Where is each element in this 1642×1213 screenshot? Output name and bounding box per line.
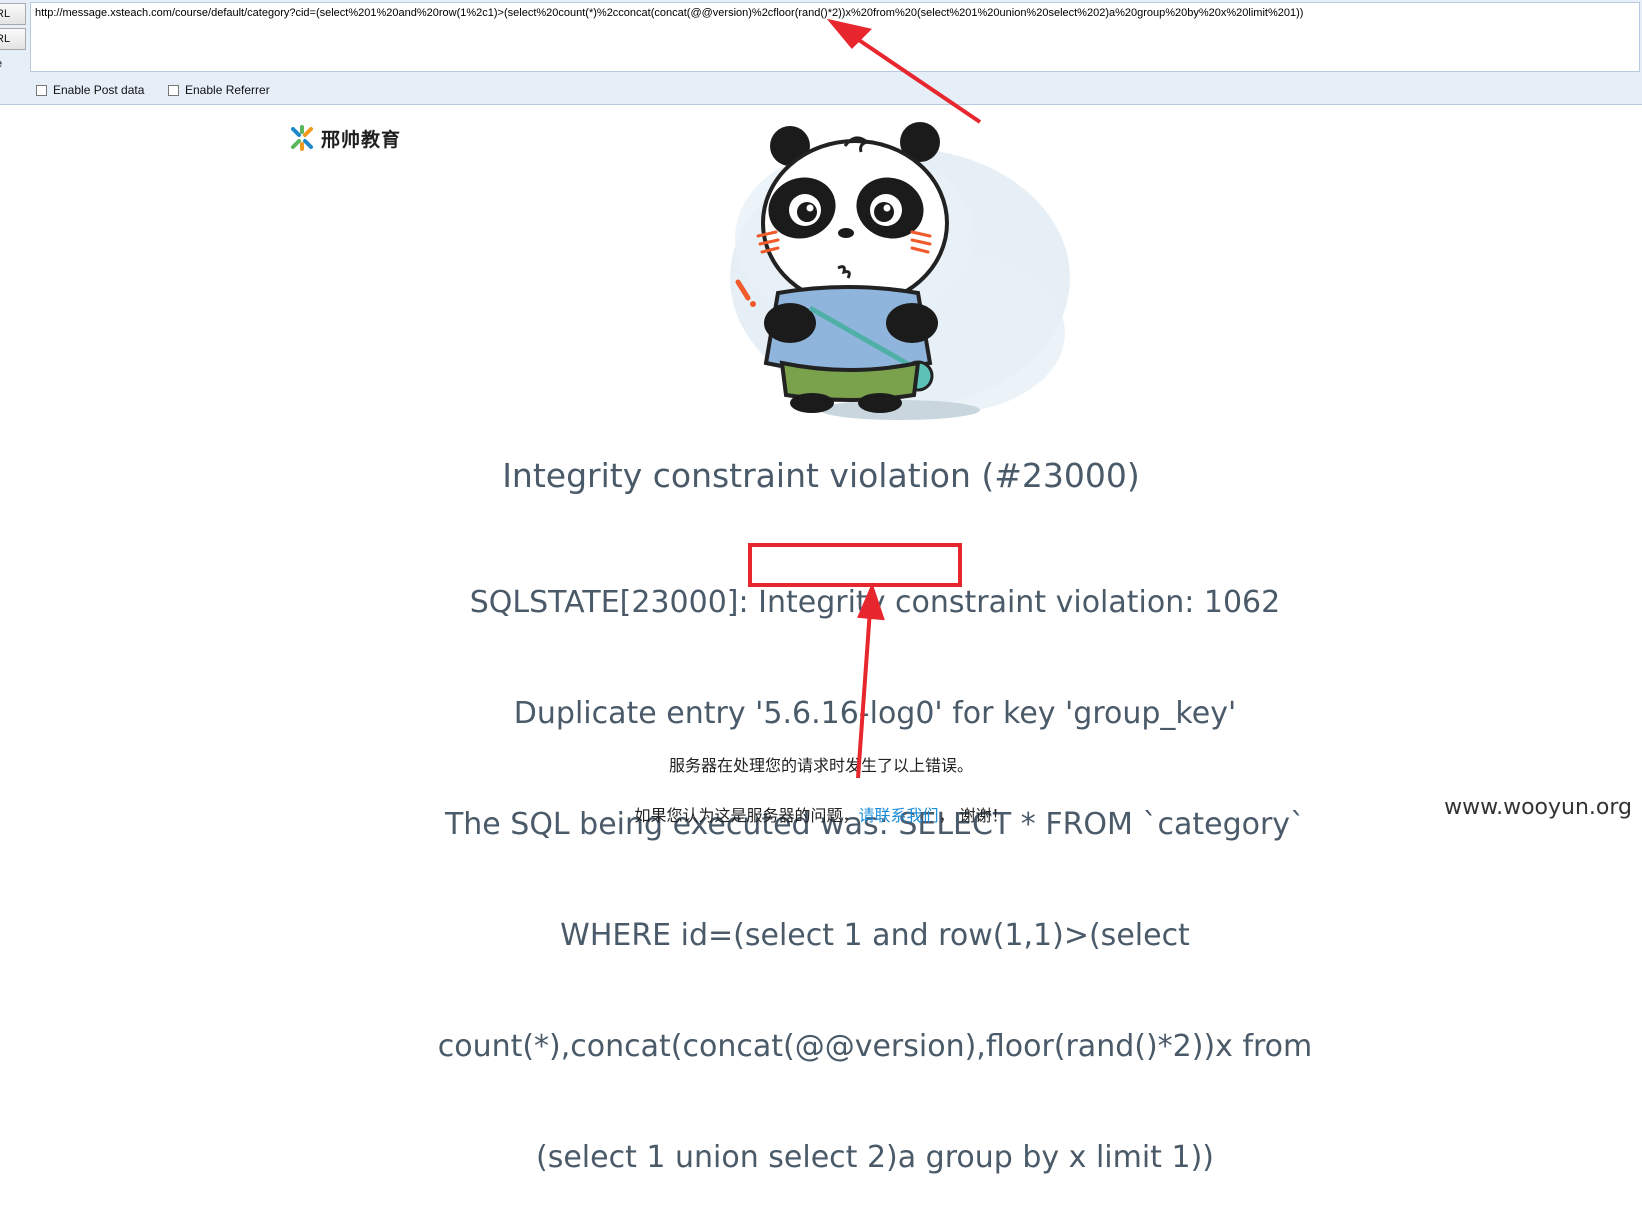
error-line-2: Duplicate entry '5.6.16-log0' for key 'g… bbox=[400, 695, 1350, 732]
server-error-note: 服务器在处理您的请求时发生了以上错误。 bbox=[668, 756, 973, 775]
error-line-2-before: Duplicate entry bbox=[513, 696, 756, 731]
logo-icon bbox=[291, 125, 313, 151]
error-line-1: SQLSTATE[23000]: Integrity constraint vi… bbox=[469, 585, 1281, 620]
enable-post-data-option[interactable]: Enable Post data bbox=[36, 82, 144, 98]
contact-note: 如果您认为这是服务器的问题，请联系我们， 谢谢！ bbox=[0, 802, 1642, 826]
logo-text: 邢帅教育 bbox=[321, 128, 402, 151]
error-message: SQLSTATE[23000]: Integrity constraint vi… bbox=[400, 510, 1350, 1213]
site-logo[interactable]: 邢帅教育 bbox=[289, 124, 401, 152]
version-highlight-text: '5.6.16-log0' bbox=[755, 696, 943, 731]
enable-referrer-option[interactable]: Enable Referrer bbox=[168, 82, 270, 98]
error-line-2-after: for key 'group_key' bbox=[942, 696, 1237, 731]
split-url-button[interactable]: RL bbox=[0, 28, 26, 50]
error-line-5: count(*),concat(concat(@@version),floor(… bbox=[437, 1029, 1313, 1064]
panda-illustration bbox=[730, 122, 1070, 420]
error-line-4: WHERE id=(select 1 and row(1,1)>(select bbox=[560, 918, 1190, 953]
enable-referrer-label: Enable Referrer bbox=[185, 83, 270, 97]
hackbar-toolbar: RL RL e http://message.xsteach.com/cours… bbox=[0, 0, 1642, 105]
error-line-6: (select 1 union select 2)a group by x li… bbox=[536, 1140, 1214, 1175]
contact-us-link[interactable]: 请联系我们 bbox=[858, 806, 938, 825]
enable-referrer-checkbox[interactable] bbox=[168, 84, 179, 96]
execute-button[interactable]: e bbox=[0, 54, 26, 76]
url-textarea[interactable]: http://message.xsteach.com/course/defaul… bbox=[30, 2, 1640, 72]
enable-post-data-label: Enable Post data bbox=[53, 83, 145, 97]
contact-note-after: ， 谢谢！ bbox=[938, 806, 1008, 825]
contact-note-before: 如果您认为这是服务器的问题， bbox=[634, 806, 859, 825]
load-url-button[interactable]: RL bbox=[0, 3, 26, 25]
watermark: www.wooyun.org bbox=[1444, 795, 1632, 820]
error-title: Integrity constraint violation (#23000) bbox=[502, 456, 1140, 495]
version-highlight-box bbox=[748, 543, 962, 587]
enable-post-data-checkbox[interactable] bbox=[36, 84, 47, 96]
